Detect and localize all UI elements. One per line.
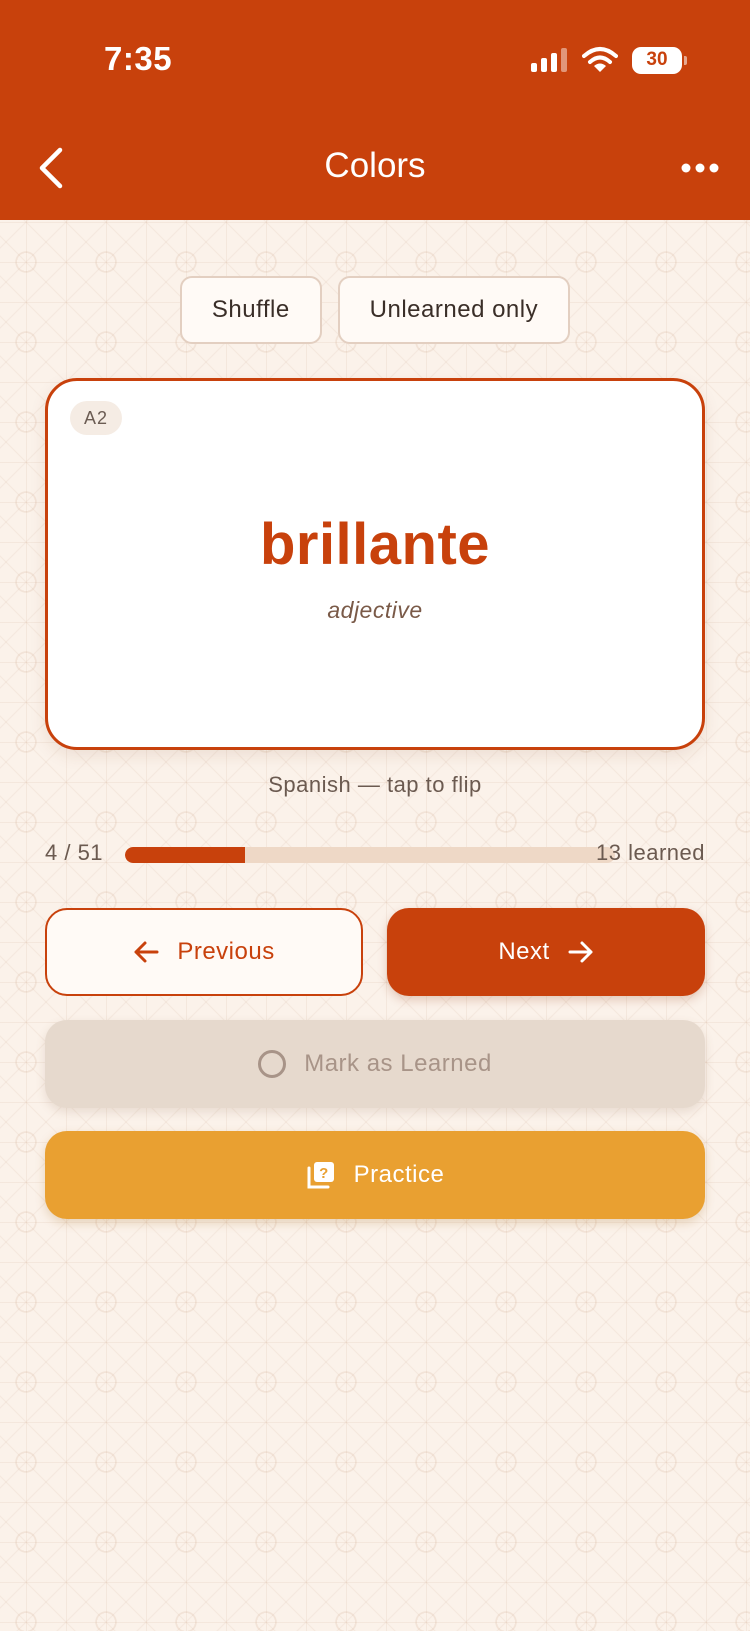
- learned-count: 13 learned: [596, 840, 705, 865]
- previous-label: Previous: [177, 938, 275, 965]
- arrow-right-icon: [568, 940, 594, 964]
- flashcard-word: brillante: [259, 512, 491, 577]
- circle-outline-icon: [258, 1050, 287, 1078]
- shuffle-chip[interactable]: Shuffle: [179, 276, 322, 344]
- progress-row: 4 / 51 13 learned: [45, 838, 705, 872]
- arrow-left-icon: [133, 940, 159, 964]
- app-header: 7:35 30 Colors: [0, 0, 750, 220]
- battery-icon: 30: [632, 46, 687, 74]
- page-title: Colors: [324, 146, 426, 185]
- wifi-icon: [582, 46, 618, 74]
- svg-text:?: ?: [319, 1165, 329, 1182]
- mark-as-learned-button[interactable]: Mark as Learned: [45, 1020, 705, 1108]
- level-badge: A2: [70, 401, 123, 435]
- quiz-icon: ?: [306, 1160, 336, 1190]
- status-icons: 30: [530, 46, 687, 74]
- more-options-button[interactable]: [680, 155, 720, 181]
- next-button[interactable]: Next: [387, 908, 705, 996]
- progress-bar-fill: [125, 847, 246, 863]
- flip-hint: Spanish — tap to flip: [268, 772, 482, 797]
- progress-bar: [125, 847, 615, 863]
- previous-button[interactable]: Previous: [45, 908, 363, 996]
- battery-level: 30: [646, 49, 668, 70]
- next-label: Next: [498, 938, 550, 965]
- mark-as-learned-label: Mark as Learned: [304, 1050, 492, 1077]
- flashcard[interactable]: A2 brillante adjective: [45, 378, 705, 750]
- more-horizontal-icon: [680, 155, 720, 181]
- part-of-speech: adjective: [327, 597, 423, 623]
- status-time: 7:35: [104, 40, 173, 77]
- progress-position: 4 / 51: [45, 840, 104, 865]
- practice-label: Practice: [353, 1161, 445, 1188]
- practice-button[interactable]: ? Practice: [45, 1131, 705, 1219]
- filter-chips: Shuffle Unlearned only: [0, 276, 750, 344]
- unlearned-only-chip[interactable]: Unlearned only: [337, 276, 571, 344]
- cellular-signal-icon: [530, 47, 568, 73]
